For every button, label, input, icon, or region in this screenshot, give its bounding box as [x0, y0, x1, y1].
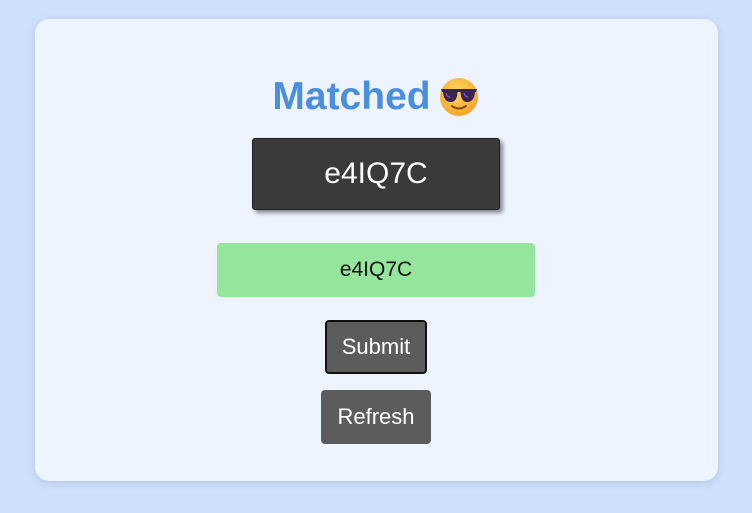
status-header: Matched [35, 74, 718, 120]
captcha-display: e4IQ7C [252, 138, 500, 210]
submit-button[interactable]: Submit [325, 320, 427, 374]
status-title: Matched [272, 75, 431, 118]
captcha-text: e4IQ7C [324, 157, 428, 190]
refresh-button-label: Refresh [337, 404, 415, 429]
submit-button-label: Submit [341, 334, 411, 359]
refresh-button[interactable]: Refresh [321, 390, 431, 444]
captcha-card: Matched e4IQ7C Submit Refresh [35, 19, 718, 481]
smiling-face-with-sunglasses-icon [439, 78, 478, 116]
captcha-answer-input[interactable] [217, 243, 535, 297]
